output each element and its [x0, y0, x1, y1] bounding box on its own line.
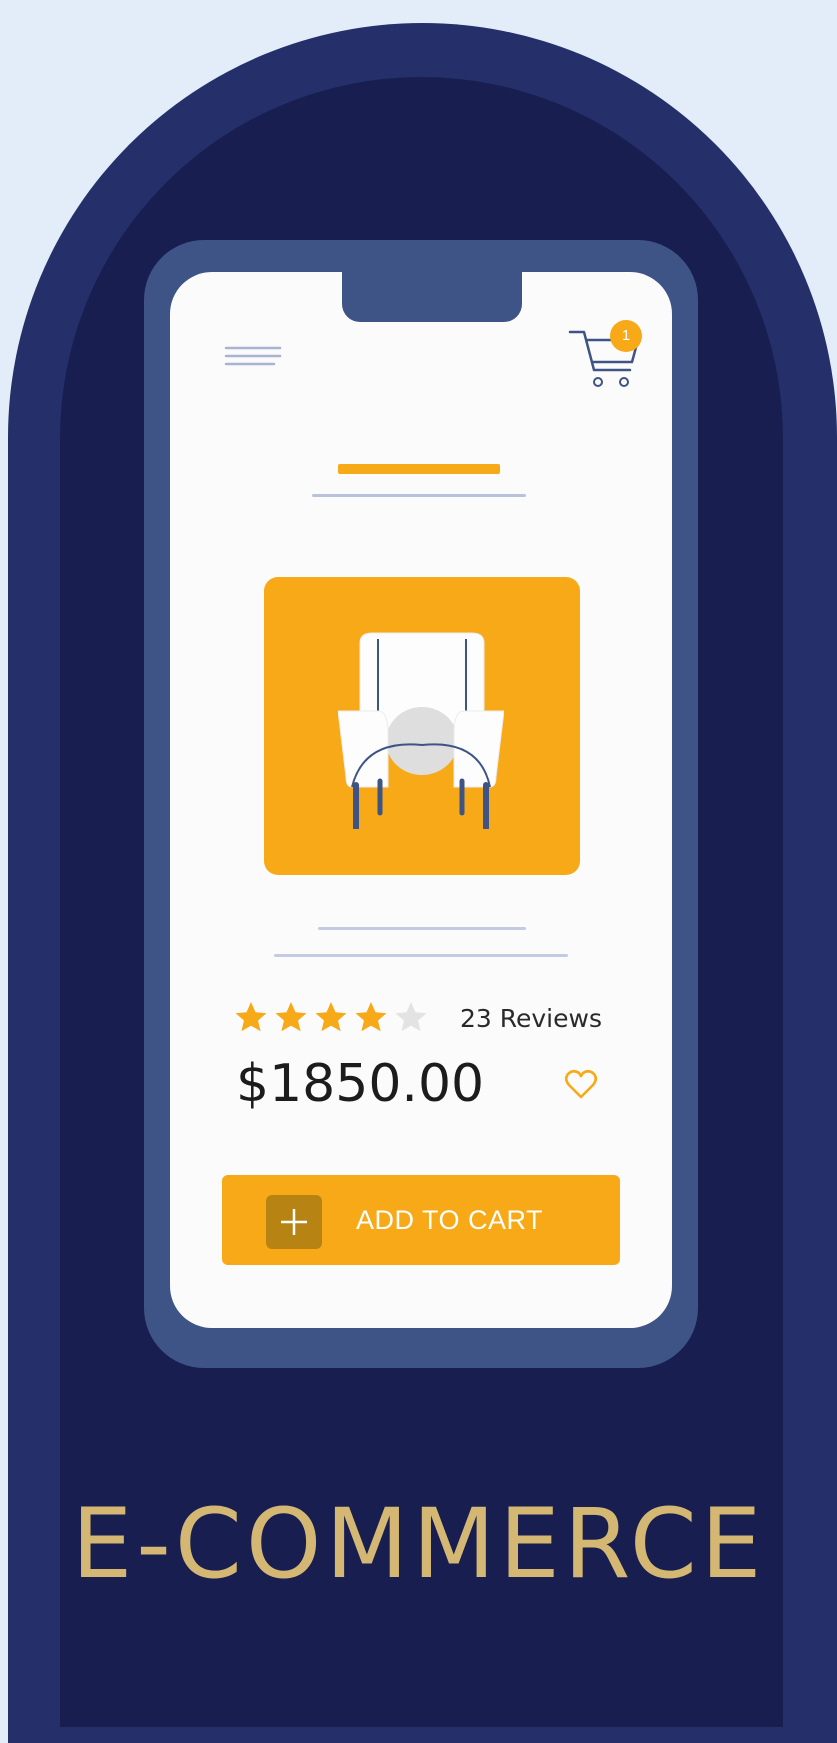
- star-filled-icon: [235, 1002, 267, 1032]
- reviews-count[interactable]: 23 Reviews: [460, 1004, 602, 1033]
- rating-stars: [234, 1000, 428, 1036]
- star-filled-icon: [315, 1002, 347, 1032]
- category-title: E-COMMERCE: [71, 1488, 766, 1600]
- product-subtitle-placeholder: [312, 494, 526, 497]
- heart-icon[interactable]: [564, 1068, 598, 1102]
- phone-notch: [342, 272, 522, 322]
- description-placeholder-line: [274, 954, 568, 957]
- description-placeholder-line: [318, 927, 526, 930]
- product-price: $1850.00: [236, 1054, 485, 1114]
- add-to-cart-button[interactable]: ADD TO CART: [222, 1175, 620, 1265]
- product-image[interactable]: [264, 577, 580, 875]
- product-title-placeholder: [338, 464, 500, 474]
- star-empty-icon: [395, 1002, 427, 1032]
- hamburger-menu-icon[interactable]: [222, 342, 284, 378]
- add-to-cart-label: ADD TO CART: [356, 1205, 544, 1235]
- star-filled-icon: [355, 1002, 387, 1032]
- armchair-icon: [338, 632, 504, 829]
- phone-screen: 1 23 Reviews $1850.00 ADD TO CART: [170, 272, 672, 1328]
- star-filled-icon: [275, 1002, 307, 1032]
- plus-icon: [266, 1195, 322, 1249]
- cart-count-badge: 1: [610, 320, 642, 352]
